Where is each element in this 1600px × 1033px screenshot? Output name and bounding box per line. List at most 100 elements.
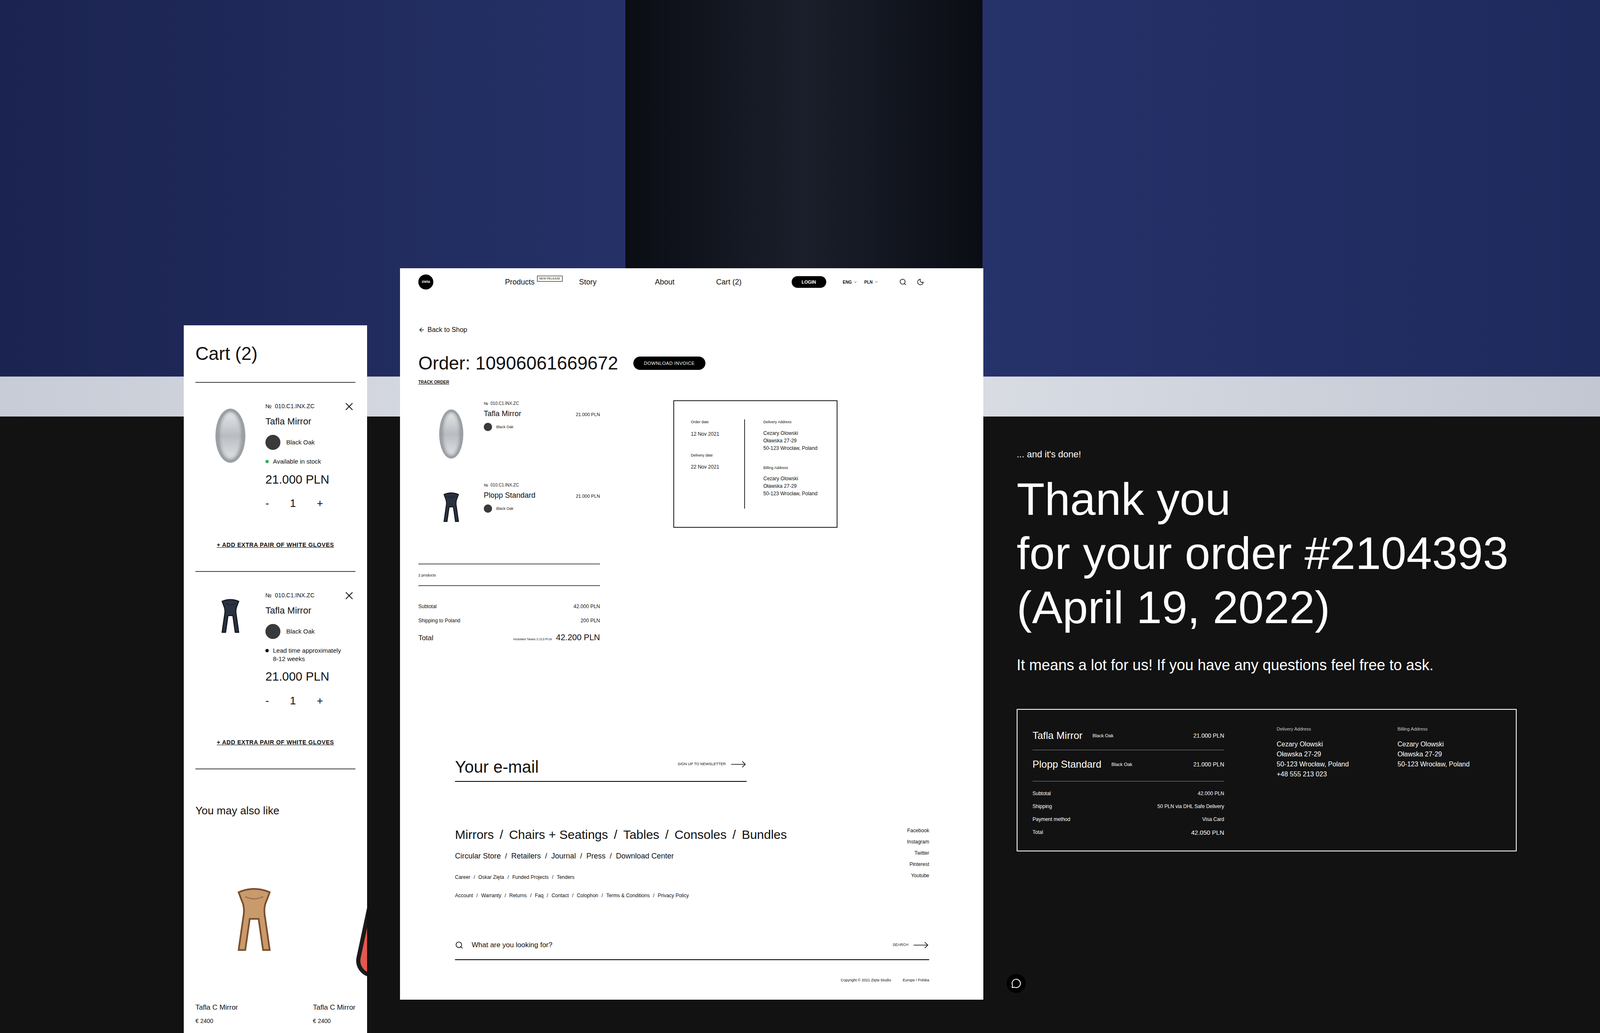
footer-link[interactable]: Warranty (481, 892, 502, 900)
footer-link[interactable]: Chairs + Seatings (509, 825, 609, 845)
separator: / (609, 850, 612, 863)
footer-link[interactable]: Account (455, 892, 473, 900)
arrow-right-icon (912, 937, 930, 954)
item-availability: Lead time approximately 8-12 weeks (272, 646, 348, 663)
chat-icon (1011, 978, 1022, 989)
item-price: 21.000 PLN (265, 667, 356, 687)
social-link[interactable]: Facebook (907, 825, 930, 837)
summary-item: Plopp StandardBlack Oak21.000 PLN (1032, 750, 1225, 779)
footer-link[interactable]: Returns (509, 892, 527, 900)
address-block: Delivery AddressCezary OlowskiOławska 27… (1276, 721, 1394, 840)
finish-swatch[interactable] (265, 435, 281, 450)
separator: / (476, 892, 478, 900)
newsletter-field[interactable]: Your e-mailSIGN UP TO NEWSLETTER (455, 756, 747, 783)
chevron-icon (874, 280, 879, 285)
summary-row: Payment methodVisa Card (1032, 813, 1225, 827)
quantity[interactable]: 1 (290, 495, 296, 512)
recommendations-title: You may also like (195, 802, 356, 820)
item-price: 21.000 PLN (575, 411, 600, 419)
footer-search[interactable]: What are you looking for?SEARCH (455, 937, 930, 961)
footer-link[interactable]: Consoles (674, 825, 727, 845)
item-sku: № 010.C1.INX.ZC (265, 589, 315, 600)
footer-link[interactable]: Tenders (556, 873, 575, 882)
item-availability: Available in stock (272, 457, 322, 466)
add-gloves-link[interactable]: + ADD EXTRA PAIR OF WHITE GLOVES (195, 540, 356, 550)
add-gloves-link[interactable]: + ADD EXTRA PAIR OF WHITE GLOVES (195, 738, 356, 748)
footer-link[interactable]: Terms & Conditions (606, 892, 650, 900)
footer-link[interactable]: Download Center (615, 850, 674, 863)
separator: / (652, 892, 655, 900)
separator: / (665, 825, 669, 845)
finish-swatch[interactable] (265, 624, 281, 640)
top-nav: zieta ProductsNEW RELEASE Story About Cart (… (400, 268, 984, 296)
footer-link[interactable]: Bundles (741, 825, 787, 845)
separator: / (572, 892, 574, 900)
footer: Your e-mailSIGN UP TO NEWSLETTERMirrors/… (400, 756, 984, 1001)
item-sku: № 010.C1.INX.ZC (483, 400, 600, 407)
track-order-link[interactable]: TRACK ORDER (418, 379, 965, 386)
footer-link[interactable]: Mirrors (455, 825, 494, 845)
language-select[interactable]: ENG (842, 279, 858, 286)
footer-link[interactable]: Privacy Policy (657, 892, 690, 900)
separator: / (499, 825, 503, 845)
footer-link[interactable]: Funded Projects (512, 873, 549, 882)
item-sku: № 010.C1.INX.ZC (483, 482, 600, 489)
nav-item[interactable]: Story (579, 276, 597, 288)
region-link[interactable]: Europe / Polska (902, 977, 930, 984)
item-name: Tafla Mirror (483, 408, 522, 420)
new-badge: NEW RELEASE (537, 275, 563, 282)
total-row: TotalIncluded Taxes 2.113 PLN42.200 PLN (418, 631, 600, 644)
social-link[interactable]: Youtube (910, 870, 930, 882)
nav-item[interactable]: ProductsNEW RELEASE (505, 276, 563, 288)
logo[interactable]: zieta (418, 274, 434, 290)
separator: / (505, 850, 508, 863)
recommended-product[interactable]: Tafla C Mirror€ 2400 (312, 840, 368, 1027)
date-field: Order date12 Nov 2021 (690, 419, 745, 438)
increase-button[interactable]: + (316, 692, 323, 710)
recommended-product[interactable]: Tafla C Mirror€ 2400 (195, 840, 313, 1027)
footer-link[interactable]: Retailers (511, 850, 541, 863)
footer-link[interactable]: Career (455, 873, 471, 882)
address-block: Delivery AddressCezary OlowskiOławska 27… (763, 419, 818, 453)
nav-item[interactable]: About (655, 276, 675, 288)
back-link[interactable]: Back to Shop (418, 325, 965, 335)
item-finish: Black Oak (496, 424, 514, 431)
login-button[interactable]: LOGIN (791, 276, 827, 289)
currency-select[interactable]: PLN (864, 279, 879, 286)
stool-icon (229, 885, 280, 953)
nav-item[interactable]: Cart (2) (716, 276, 742, 288)
decrease-button[interactable]: - (265, 495, 270, 512)
newsletter-button[interactable]: SIGN UP TO NEWSLETTER (677, 756, 747, 777)
social-link[interactable]: Twitter (914, 847, 930, 860)
order-item: № 010.C1.INX.ZCTafla Mirror 21.000 PLN Bla… (418, 400, 600, 483)
footer-link[interactable]: Press (586, 850, 606, 863)
social-link[interactable]: Instagram (907, 836, 930, 848)
increase-button[interactable]: + (316, 495, 323, 512)
search-icon (455, 941, 464, 950)
search-button[interactable]: SEARCH (892, 937, 930, 954)
footer-link[interactable]: Colophon (576, 892, 598, 900)
footer-link[interactable]: Journal (551, 850, 576, 863)
footer-link[interactable]: Oskar Zięta (478, 873, 505, 882)
showcase: Cart (2)№ 010.C1.INX.ZCTafla MirrorBlack… (0, 0, 1600, 1033)
moon-icon[interactable] (916, 278, 925, 286)
address-block: Billing AddressCezary OlowskiOławska 27-… (763, 465, 818, 498)
decrease-button[interactable]: - (265, 692, 270, 710)
thank-you-heading: Thank youfor your order #2104393(April 1… (1016, 472, 1592, 635)
footer-link[interactable]: Contact (551, 892, 569, 900)
separator: / (473, 873, 475, 882)
footer-link[interactable]: Tables (623, 825, 660, 845)
search-icon[interactable] (899, 278, 907, 286)
availability-dot (265, 460, 269, 464)
footer-link[interactable]: Faq (535, 892, 544, 900)
close-icon[interactable] (342, 589, 356, 603)
download-invoice-button[interactable]: DOWNLOAD INVOICE (633, 356, 706, 371)
social-link[interactable]: Pinterest (909, 859, 930, 871)
quantity[interactable]: 1 (290, 692, 296, 710)
product-name: Tafla C Mirror (195, 1002, 313, 1014)
summary-row: Subtotal42.000 PLN (418, 602, 600, 611)
footer-link[interactable]: Circular Store (455, 850, 501, 863)
finish-swatch (483, 504, 493, 513)
close-icon[interactable] (342, 400, 356, 413)
chat-button[interactable] (1006, 974, 1026, 994)
